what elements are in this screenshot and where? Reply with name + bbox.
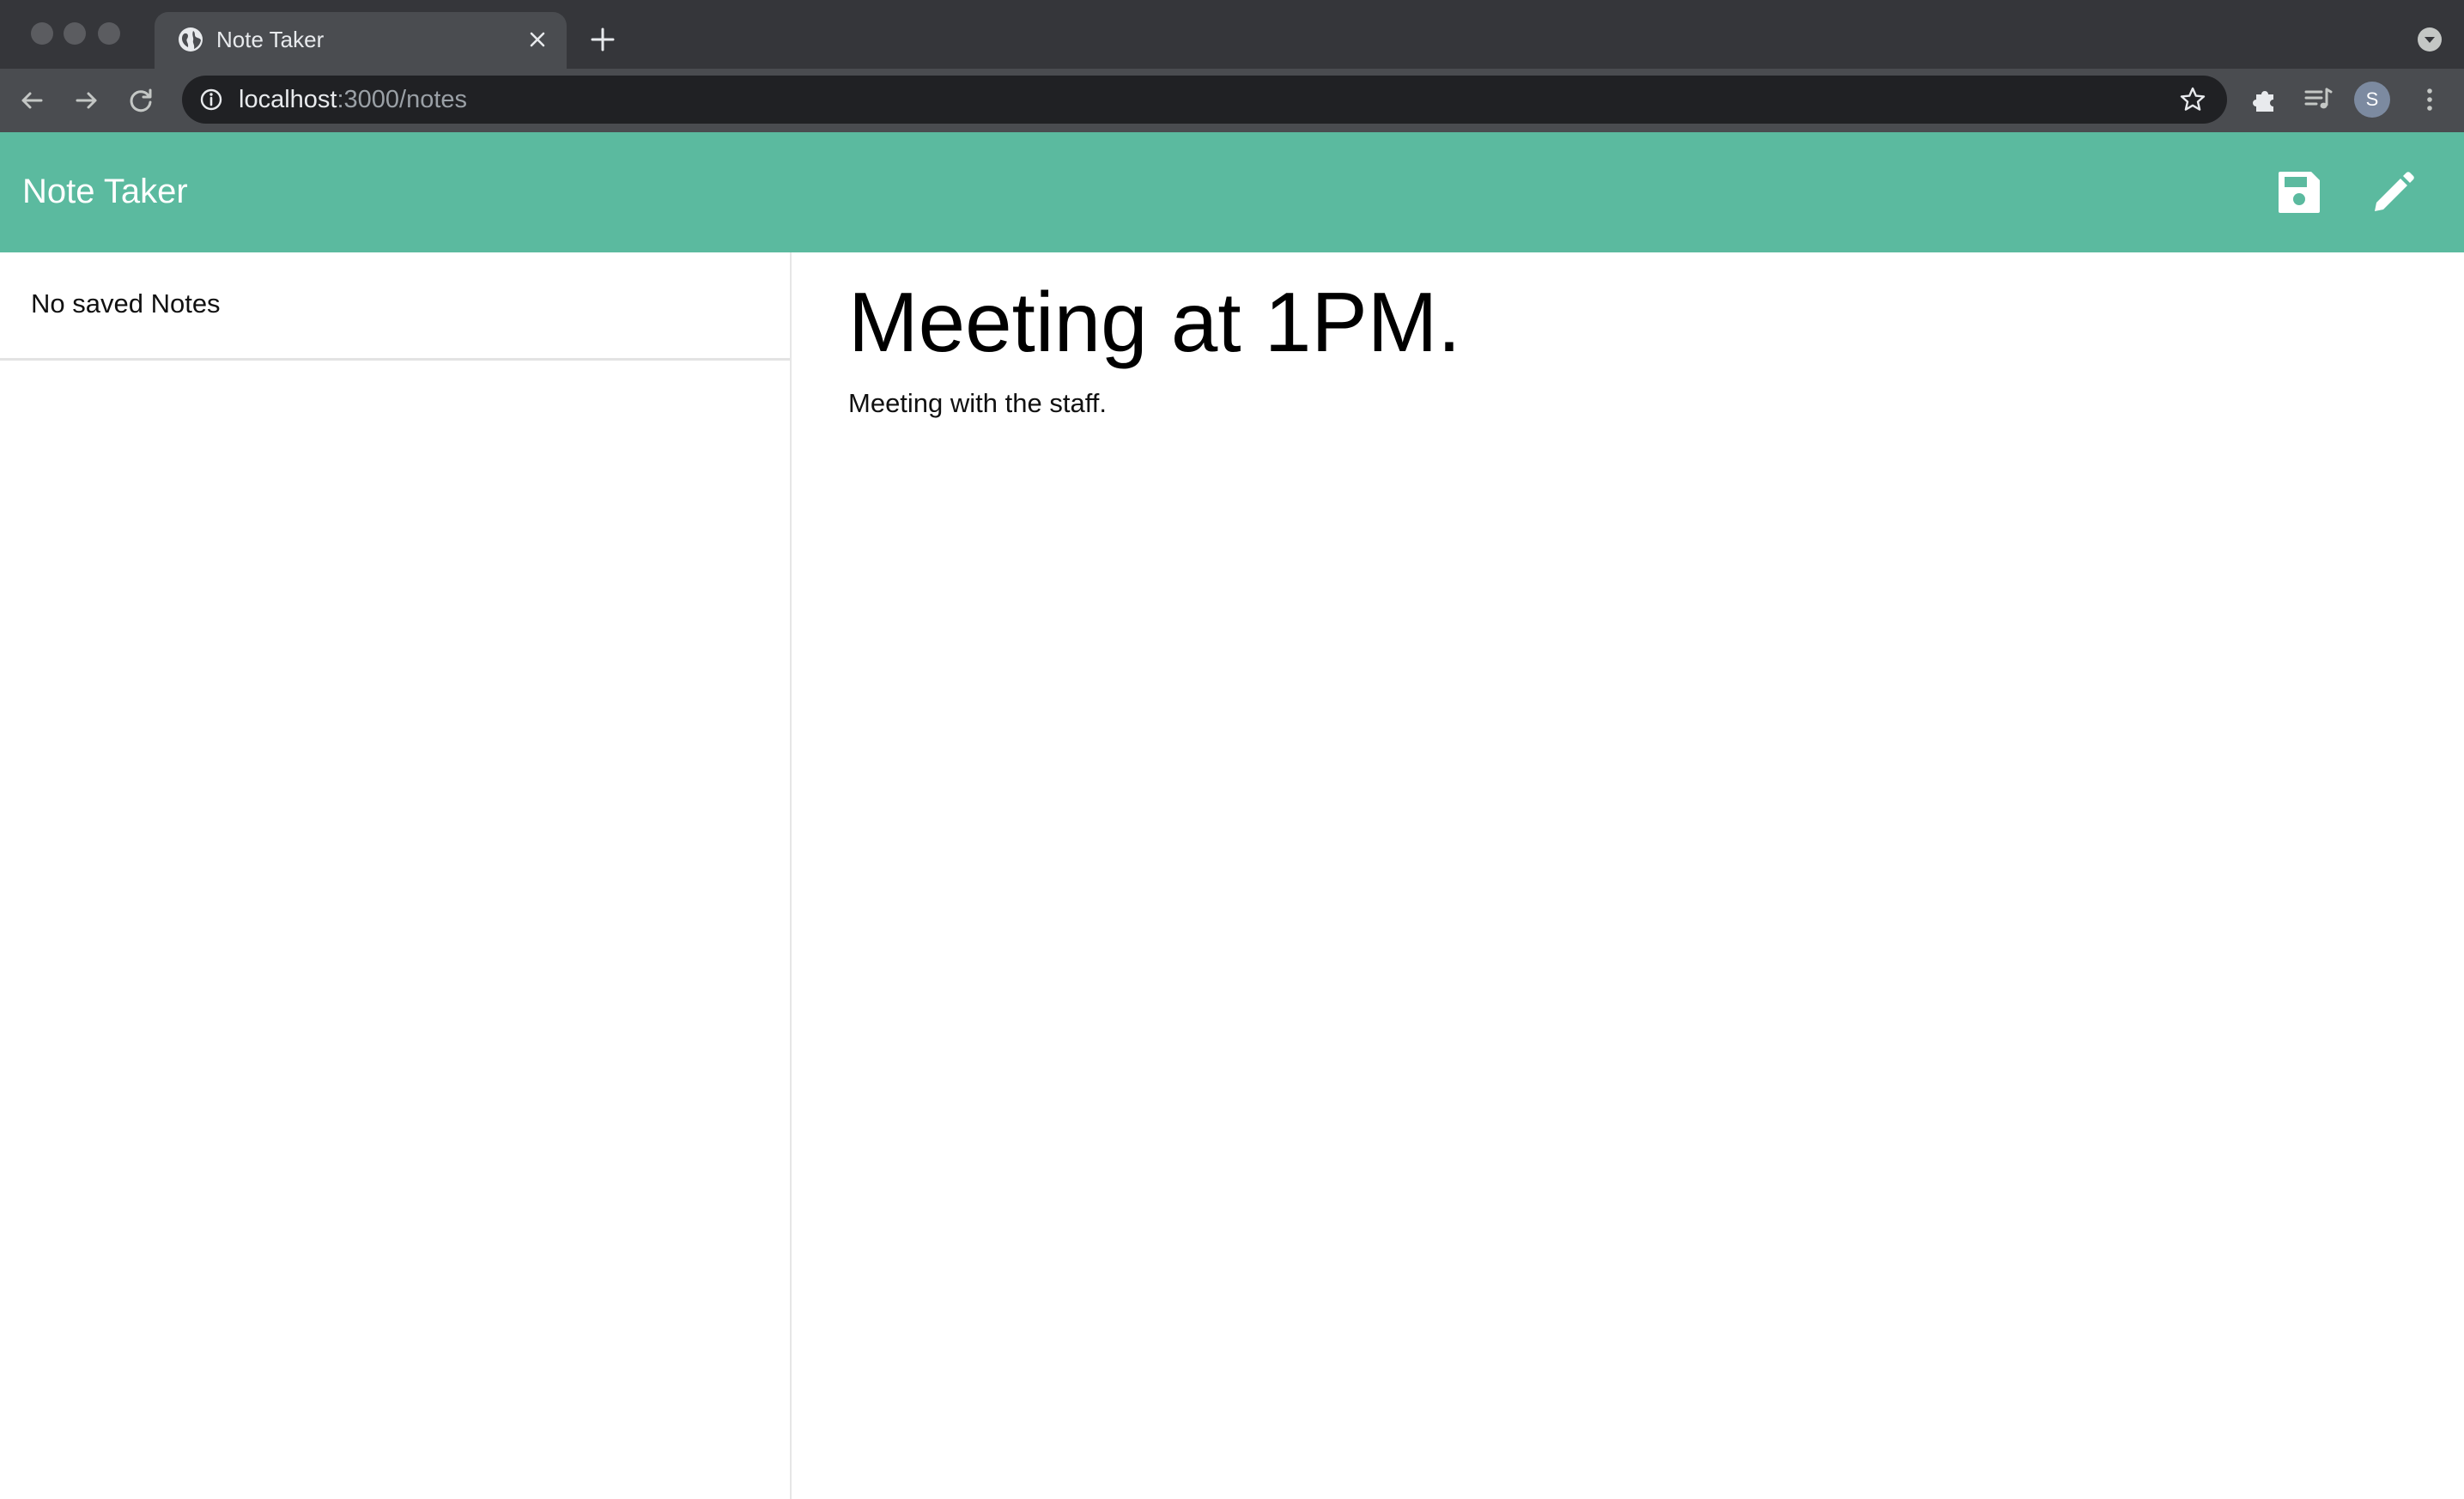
save-icon[interactable] bbox=[2272, 165, 2327, 220]
bookmark-star-icon[interactable] bbox=[2179, 86, 2206, 113]
address-bar[interactable]: localhost:3000/notes bbox=[182, 76, 2227, 124]
note-body[interactable]: Meeting with the staff. bbox=[848, 386, 1107, 421]
browser-toolbar: localhost:3000/notes S bbox=[0, 69, 2464, 132]
tab-title: Note Taker bbox=[216, 27, 325, 52]
app-navbar: Note Taker bbox=[0, 132, 2464, 252]
url-host: localhost bbox=[239, 86, 337, 113]
window-minimize-dot[interactable] bbox=[64, 22, 86, 45]
browser-tab[interactable]: Note Taker bbox=[155, 12, 567, 69]
media-queue-icon[interactable] bbox=[2303, 84, 2334, 115]
reload-icon[interactable] bbox=[127, 86, 156, 115]
browser-tab-strip: Note Taker bbox=[0, 0, 2464, 69]
list-item: No saved Notes bbox=[0, 252, 790, 361]
app-brand[interactable]: Note Taker bbox=[22, 170, 188, 213]
back-arrow-icon[interactable] bbox=[17, 86, 46, 115]
forward-arrow-icon[interactable] bbox=[72, 86, 101, 115]
globe-icon bbox=[179, 27, 203, 52]
close-icon[interactable] bbox=[525, 27, 549, 52]
profile-avatar[interactable]: S bbox=[2354, 82, 2390, 118]
window-close-dot[interactable] bbox=[31, 22, 53, 45]
extensions-puzzle-icon[interactable] bbox=[2249, 84, 2280, 115]
note-editor: Meeting at 1PM. Meeting with the staff. bbox=[793, 252, 2464, 1499]
url-path: :3000/notes bbox=[337, 86, 468, 113]
window-zoom-dot[interactable] bbox=[98, 22, 120, 45]
kebab-menu-icon[interactable] bbox=[2414, 84, 2445, 115]
pencil-icon[interactable] bbox=[2366, 165, 2421, 220]
saved-notes-list: No saved Notes bbox=[0, 252, 792, 1499]
info-icon[interactable] bbox=[199, 88, 223, 112]
url-text[interactable]: localhost:3000/notes bbox=[239, 85, 467, 114]
plus-icon[interactable] bbox=[589, 26, 616, 53]
tab-search-icon[interactable] bbox=[2416, 26, 2443, 53]
note-title[interactable]: Meeting at 1PM. bbox=[848, 271, 1461, 373]
empty-notes-message: No saved Notes bbox=[31, 288, 221, 319]
